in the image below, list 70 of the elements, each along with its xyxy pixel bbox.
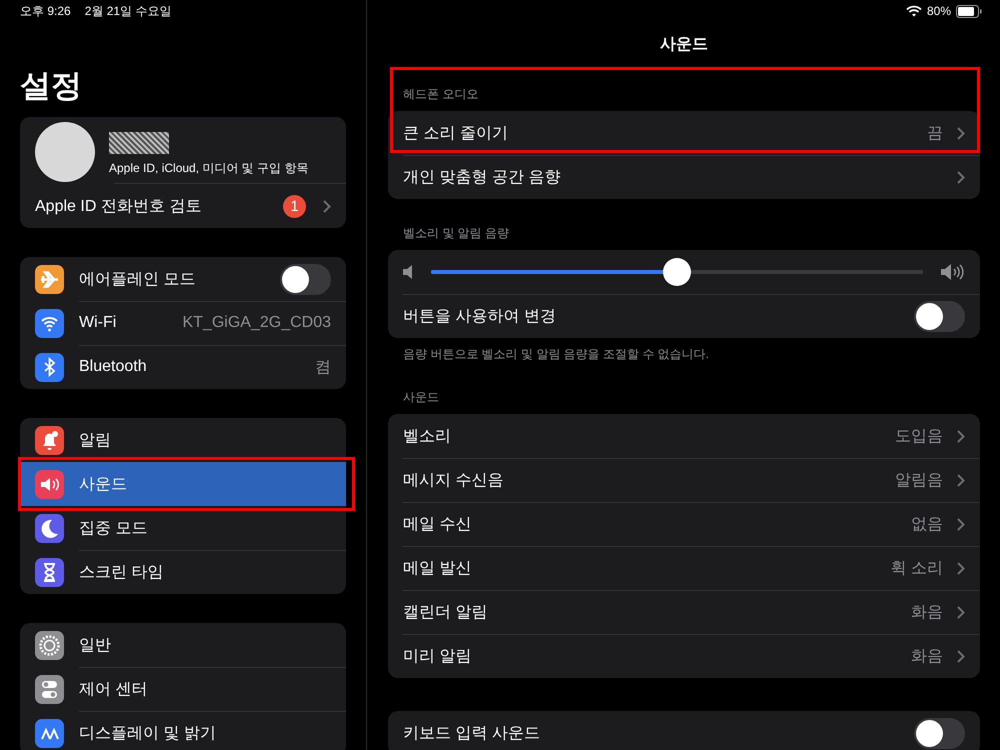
speaker-low-icon — [403, 265, 413, 279]
moon-icon — [35, 514, 64, 542]
row-value: 휙 소리 — [890, 558, 943, 578]
settings-row[interactable]: 캘린더 알림 화음 — [388, 590, 980, 634]
row-value: 도입음 — [895, 426, 943, 446]
toggle-switch[interactable] — [914, 718, 965, 748]
slider-thumb[interactable] — [663, 258, 691, 286]
section-header: 사운드 — [402, 389, 440, 406]
wifi-icon — [35, 308, 64, 338]
sidebar-item[interactable]: Bluetooth 켬 — [20, 345, 346, 389]
switches-icon — [35, 674, 64, 704]
settings-row[interactable]: 키보드 입력 사운드 — [388, 711, 980, 750]
chevron-icon — [957, 562, 965, 574]
settings-title: 설정 — [20, 67, 83, 105]
sidebar-item[interactable]: 집중 모드 — [20, 506, 346, 550]
sidebar-item[interactable]: 사운드 — [20, 462, 346, 506]
review-label[interactable]: Apple ID 전화번호 검토 — [35, 196, 283, 216]
toggle-switch[interactable] — [280, 264, 331, 294]
sidebar-item[interactable]: 일반 — [20, 623, 346, 667]
sidebar-item[interactable]: 알림 — [20, 418, 346, 462]
row-value: 없음 — [911, 514, 943, 534]
chevron-icon — [957, 430, 965, 442]
settings-row[interactable]: 큰 소리 줄이기 끔 — [388, 111, 980, 155]
redacted-name — [109, 132, 169, 154]
toggle-switch[interactable] — [914, 300, 965, 332]
avatar — [35, 122, 95, 182]
item-value: 켬 — [315, 358, 331, 378]
sidebar-item[interactable]: 에어플레인 모드 — [20, 257, 346, 301]
bluetooth-icon — [35, 352, 64, 382]
settings-row[interactable]: 메일 수신 없음 — [388, 502, 980, 546]
row-value: 알림음 — [895, 470, 943, 490]
item-value: KT_GiGA_2G_CD03 — [182, 314, 331, 332]
chevron-icon — [957, 606, 965, 618]
chevron-icon — [957, 518, 965, 530]
notification-badge: 1 — [283, 194, 306, 218]
wifi-icon — [906, 5, 922, 17]
chevron-icon — [957, 170, 965, 184]
sidebar-item[interactable]: 스크린 타임 — [20, 550, 346, 594]
row-value: 화음 — [911, 646, 943, 666]
status-date: 2월 21일 수요일 — [84, 2, 172, 20]
chevron-icon — [323, 200, 331, 212]
settings-row[interactable]: 메일 발신 휙 소리 — [388, 546, 980, 590]
hourglass-icon — [35, 558, 64, 586]
row-value: 화음 — [911, 602, 943, 622]
settings-row[interactable]: 버튼을 사용하여 변경 — [388, 294, 980, 338]
chevron-icon — [957, 474, 965, 486]
chevron-icon — [957, 126, 965, 140]
sidebar-item[interactable]: Wi-Fi KT_GiGA_2G_CD03 — [20, 301, 346, 345]
settings-row[interactable]: 메시지 수신음 알림음 — [388, 458, 980, 502]
settings-row[interactable]: 미리 알림 화음 — [388, 634, 980, 678]
battery-icon — [956, 4, 982, 18]
profile-subtitle: Apple ID, iCloud, 미디어 및 구입 항목 — [109, 160, 308, 176]
row-value: 끔 — [927, 124, 943, 144]
status-time: 오후 9:26 — [20, 2, 71, 20]
speaker-icon — [35, 470, 64, 498]
airplane-icon — [35, 264, 64, 294]
chevron-icon — [957, 650, 965, 662]
bell-icon — [35, 426, 64, 454]
section-footer: 음량 버튼으로 벨소리 및 알림 음량을 조절할 수 없습니다. — [388, 338, 980, 363]
settings-row[interactable]: 벨소리 도입음 — [388, 414, 980, 458]
speaker-loud-icon — [941, 264, 965, 280]
settings-row[interactable]: 개인 맞춤형 공간 음향 — [388, 155, 980, 199]
sidebar-item[interactable]: 디스플레이 및 밝기 — [20, 711, 346, 750]
profile-card[interactable]: Apple ID, iCloud, 미디어 및 구입 항목 Apple ID 전화번호 검토 1 — [20, 117, 346, 228]
gear-icon — [35, 630, 64, 660]
page-title: 사운드 — [659, 35, 709, 55]
battery-percent: 80% — [926, 4, 951, 18]
section-header: 벨소리 및 알림 음량 — [402, 225, 510, 242]
sidebar-item[interactable]: 제어 센터 — [20, 667, 346, 711]
section-header: 헤드폰 오디오 — [402, 86, 480, 103]
